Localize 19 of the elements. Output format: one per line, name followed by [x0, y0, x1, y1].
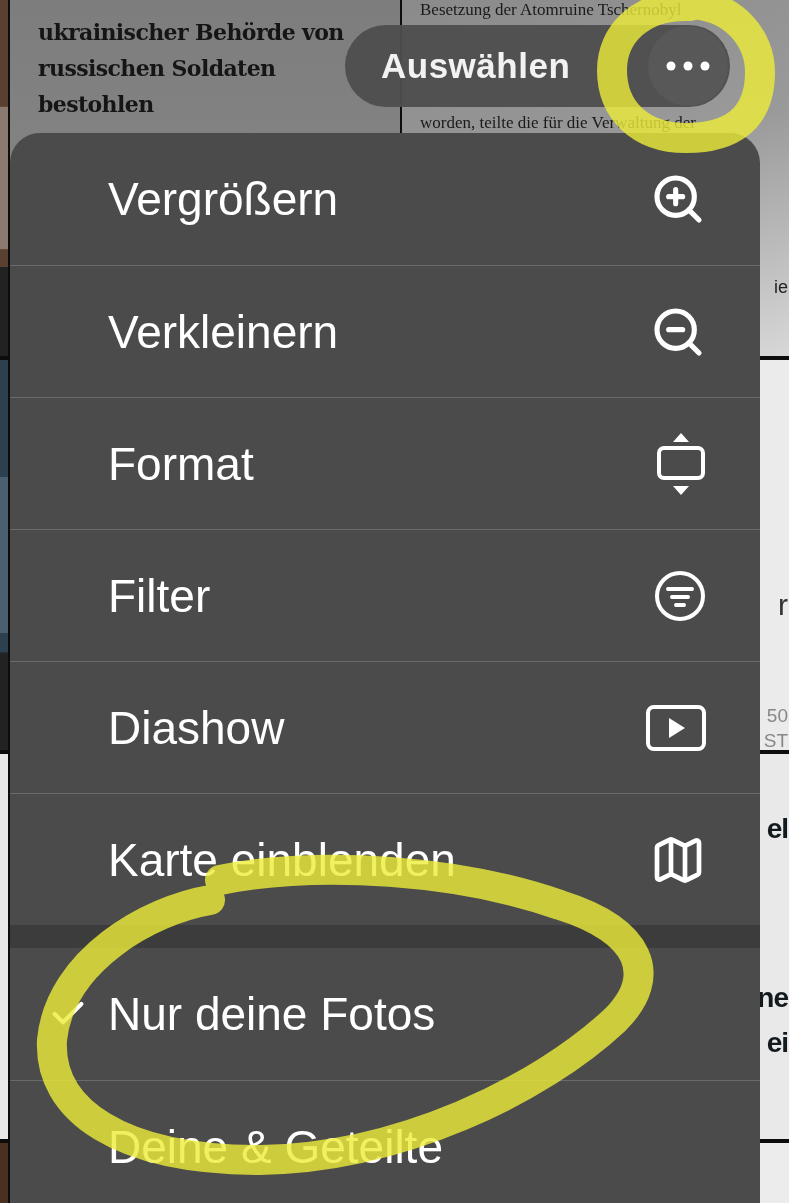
filter-icon [654, 569, 706, 622]
slideshow-icon [646, 704, 706, 751]
post-title: el [766, 814, 788, 845]
menu-item[interactable]: Filter [10, 529, 760, 661]
article-text: ie [774, 278, 788, 298]
photo-tile [0, 1143, 8, 1203]
menu-item[interactable]: Verkleinern [10, 265, 760, 397]
more-button[interactable] [648, 26, 728, 106]
select-button[interactable]: Auswählen [381, 46, 571, 86]
more-icon [666, 61, 710, 71]
post-title: ei [766, 1027, 788, 1059]
post-text: ST [763, 730, 788, 750]
article-headline: ukrainischer Behörde von russischen Soldaten bestohlen [38, 18, 344, 119]
menu-item[interactable]: Vergrößern [10, 133, 760, 265]
post-text: r [778, 588, 788, 621]
menu-item[interactable]: Nur deine Fotos [10, 948, 760, 1080]
menu-item[interactable]: Diashow [10, 661, 760, 793]
menu-item[interactable]: Format [10, 397, 760, 529]
post-text: 50 [766, 706, 788, 727]
